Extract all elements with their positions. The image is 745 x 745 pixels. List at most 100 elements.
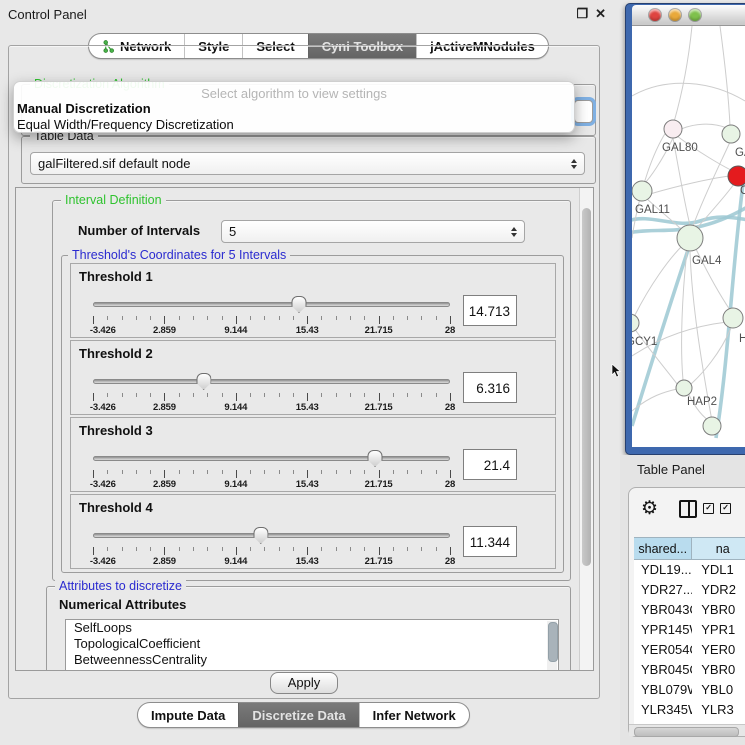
minimize-traffic-light-icon[interactable] xyxy=(669,9,681,21)
threshold-slider[interactable]: -3.4262.8599.14415.4321.71528 xyxy=(93,373,450,413)
tick-mark xyxy=(450,547,451,555)
vertical-scrollbar-thumb[interactable] xyxy=(582,208,591,566)
node-label-gal80: GAL80 xyxy=(662,142,698,154)
cell-name[interactable]: YDR2 xyxy=(692,580,745,600)
algorithm-combobox[interactable] xyxy=(574,100,593,123)
cell-shared-name[interactable]: YDL19... xyxy=(634,560,692,580)
table-data-combobox[interactable]: galFiltered.sif default node xyxy=(30,152,585,175)
zoom-traffic-light-icon[interactable] xyxy=(689,9,701,21)
close-icon[interactable]: ✕ xyxy=(595,7,606,21)
cell-shared-name[interactable]: YDR27... xyxy=(634,580,692,600)
threshold-value-field[interactable]: 6.316 xyxy=(463,372,517,403)
tick-mark xyxy=(222,316,223,320)
slider-track[interactable] xyxy=(93,302,450,307)
tick-mark xyxy=(436,393,437,397)
float-window-icon[interactable]: ❐ xyxy=(576,7,588,21)
network-node[interactable] xyxy=(664,120,682,138)
apply-button[interactable]: Apply xyxy=(270,672,339,694)
column-header-name[interactable]: na xyxy=(692,538,745,559)
cell-name[interactable]: YLR3 xyxy=(692,700,745,720)
table-row[interactable]: YBR043CYBR0 xyxy=(634,600,745,620)
table-row[interactable]: YLR345WYLR3 xyxy=(634,700,745,720)
tick-mark xyxy=(122,547,123,551)
scale-label: 2.859 xyxy=(153,479,176,490)
network-node[interactable] xyxy=(677,225,703,251)
cell-name[interactable]: YPR1 xyxy=(692,620,745,640)
cell-name[interactable]: YDL1 xyxy=(692,560,745,580)
number-of-intervals-combobox[interactable]: 5 xyxy=(221,220,525,243)
cell-shared-name[interactable]: YPR145W xyxy=(634,620,692,640)
slider-thumb[interactable] xyxy=(196,373,211,390)
network-node[interactable] xyxy=(722,125,740,143)
cell-shared-name[interactable]: YBR045C xyxy=(634,660,692,680)
table-row[interactable]: YDR27...YDR2 xyxy=(634,580,745,600)
cell-shared-name[interactable]: YBR043C xyxy=(634,600,692,620)
cell-shared-name[interactable]: YBL079W xyxy=(634,680,692,700)
threshold-slider[interactable]: -3.4262.8599.14415.4321.71528 xyxy=(93,450,450,490)
vertical-scrollbar[interactable] xyxy=(579,188,593,670)
network-node[interactable] xyxy=(632,181,652,201)
network-edge[interactable] xyxy=(720,26,730,126)
tab-impute-data[interactable]: Impute Data xyxy=(138,703,238,727)
network-node[interactable] xyxy=(632,314,639,332)
spinner-arrows-icon xyxy=(511,227,517,237)
column-header-shared-name[interactable]: shared... xyxy=(634,538,692,559)
slider-track[interactable] xyxy=(93,533,450,538)
slider-track[interactable] xyxy=(93,456,450,461)
network-edge[interactable] xyxy=(674,26,692,122)
list-scrollbar[interactable] xyxy=(547,621,557,671)
attribute-item-topologicalcoefficient[interactable]: TopologicalCoefficient xyxy=(66,636,558,652)
attribute-item-selfloops[interactable]: SelfLoops xyxy=(66,620,558,636)
network-view-window[interactable]: GAL80GACGAL11GAL4HGCY1HAP2 xyxy=(625,3,745,455)
horizontal-scrollbar-thumb[interactable] xyxy=(634,727,739,737)
threshold-value-field[interactable]: 14.713 xyxy=(463,295,517,326)
split-columns-icon[interactable] xyxy=(679,500,697,518)
table-panel-box: ⚙ ✓ ✓ shared... na YDL19...YDL1YDR27...Y… xyxy=(628,487,745,737)
slider-ticks xyxy=(93,470,450,479)
cell-shared-name[interactable]: YLR345W xyxy=(634,700,692,720)
horizontal-scrollbar[interactable] xyxy=(629,724,745,736)
cell-name[interactable]: YBL0 xyxy=(692,680,745,700)
table-row[interactable]: YER054CYER0 xyxy=(634,640,745,660)
group-title: Attributes to discretize xyxy=(55,579,186,593)
network-edge[interactable] xyxy=(693,142,730,226)
tick-mark xyxy=(107,547,108,551)
slider-thumb[interactable] xyxy=(368,450,383,467)
network-edge[interactable] xyxy=(650,176,730,194)
network-node[interactable] xyxy=(728,166,745,186)
close-traffic-light-icon[interactable] xyxy=(649,9,661,21)
network-node[interactable] xyxy=(703,417,721,435)
network-edge[interactable] xyxy=(632,246,682,321)
threshold-slider[interactable]: -3.4262.8599.14415.4321.71528 xyxy=(93,296,450,336)
threshold-slider[interactable]: -3.4262.8599.14415.4321.71528 xyxy=(93,527,450,567)
cell-name[interactable]: YBR0 xyxy=(692,660,745,680)
select-all-checkbox-icon[interactable]: ✓ xyxy=(703,503,714,514)
table-row[interactable]: YBR045CYBR0 xyxy=(634,660,745,680)
cell-name[interactable]: YBR0 xyxy=(692,600,745,620)
threshold-value-field[interactable]: 11.344 xyxy=(463,526,517,557)
tab-discretize-data[interactable]: Discretize Data xyxy=(238,703,358,727)
slider-thumb[interactable] xyxy=(253,527,268,544)
attributes-listbox[interactable]: SelfLoopsTopologicalCoefficientBetweenne… xyxy=(65,619,559,671)
list-scrollbar-thumb[interactable] xyxy=(548,622,558,662)
network-node[interactable] xyxy=(676,380,692,396)
dropdown-option-equal-width-frequency-discretization[interactable]: Equal Width/Frequency Discretization xyxy=(14,117,574,133)
cell-name[interactable]: YER0 xyxy=(692,640,745,660)
attribute-item-betweennesscentrality[interactable]: BetweennessCentrality xyxy=(66,652,558,668)
network-window-titlebar[interactable] xyxy=(632,5,745,26)
table-row[interactable]: YPR145WYPR1 xyxy=(634,620,745,640)
tab-infer-network[interactable]: Infer Network xyxy=(359,703,469,727)
dropdown-option-manual-discretization[interactable]: Manual Discretization xyxy=(14,101,574,117)
network-node[interactable] xyxy=(723,308,743,328)
slider-thumb[interactable] xyxy=(291,296,306,313)
select-none-checkbox-icon[interactable]: ✓ xyxy=(720,503,731,514)
tick-mark xyxy=(421,393,422,397)
network-canvas[interactable]: GAL80GACGAL11GAL4HGCY1HAP2 xyxy=(632,26,745,447)
table-row[interactable]: YDL19...YDL1 xyxy=(634,560,745,580)
table-row[interactable]: YBL079WYBL0 xyxy=(634,680,745,700)
scale-label: 21.715 xyxy=(365,325,393,336)
threshold-value-field[interactable]: 21.4 xyxy=(463,449,517,480)
cell-shared-name[interactable]: YER054C xyxy=(634,640,692,660)
slider-track[interactable] xyxy=(93,379,450,384)
settings-gear-icon[interactable]: ⚙ xyxy=(641,499,658,518)
